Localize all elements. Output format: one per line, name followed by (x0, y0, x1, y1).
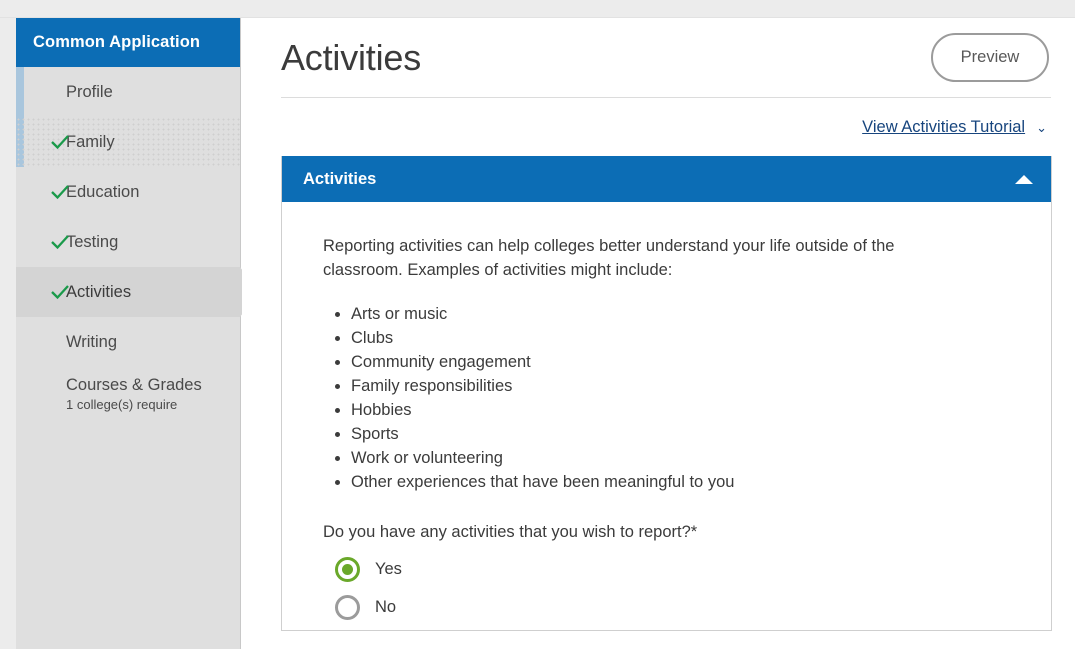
activities-card-title: Activities (303, 169, 377, 188)
sidebar: Common Application Profile Family Educatio… (16, 18, 259, 649)
radio-option-label: No (375, 598, 397, 616)
sidebar-item-subtitle: 1 college(s) require (66, 397, 178, 412)
example-list-item: Work or volunteering (351, 446, 1011, 470)
activities-radio-group: Yes No (323, 557, 1011, 620)
sidebar-item-label: Writing (66, 332, 118, 351)
examples-list: Arts or musicClubsCommunity engagementFa… (351, 302, 1011, 494)
activities-question-label: Do you have any activities that you wish… (323, 523, 691, 541)
sidebar-item-label: Family (66, 132, 115, 151)
sidebar-title: Common Application (16, 18, 240, 67)
radio-option-no[interactable]: No (335, 595, 1011, 620)
radio-option-label: Yes (375, 560, 402, 578)
activities-card-header[interactable]: Activities (282, 156, 1051, 202)
sidebar-item-label: Profile (66, 82, 113, 101)
chevron-down-icon[interactable]: ⌄ (1036, 121, 1047, 134)
example-list-item: Hobbies (351, 398, 1011, 422)
radio-button-icon[interactable] (335, 595, 360, 620)
page-title: Activities (281, 36, 422, 78)
radio-option-yes[interactable]: Yes (335, 557, 1011, 582)
sidebar-nav: Profile Family Education Testing Activities W… (16, 67, 259, 425)
preview-button[interactable]: Preview (931, 33, 1049, 82)
sidebar-item-label: Activities (66, 282, 132, 301)
sidebar-item-writing[interactable]: Writing (16, 317, 240, 367)
example-list-item: Other experiences that have been meaning… (351, 470, 1011, 494)
required-marker: * (690, 523, 698, 541)
sidebar-item-label: Testing (66, 232, 119, 251)
top-strip (0, 0, 1075, 18)
activities-card: Activities Reporting activities can help… (281, 156, 1052, 631)
collapse-triangle-up-icon[interactable] (1015, 174, 1033, 184)
example-list-item: Community engagement (351, 350, 1011, 374)
sidebar-item-testing[interactable]: Testing (16, 217, 240, 267)
radio-button-icon[interactable] (335, 557, 360, 582)
check-icon (49, 281, 71, 303)
sidebar-item-education[interactable]: Education (16, 167, 240, 217)
activities-card-body: Reporting activities can help colleges b… (282, 202, 1051, 630)
example-list-item: Family responsibilities (351, 374, 1011, 398)
example-list-item: Arts or music (351, 302, 1011, 326)
sidebar-item-label: Education (66, 182, 140, 201)
page-left-rail (0, 18, 16, 649)
page-header: Activities Preview (281, 18, 1051, 98)
check-icon (49, 231, 71, 253)
sidebar-item-profile[interactable]: Profile (16, 67, 240, 117)
check-icon (49, 131, 71, 153)
example-list-item: Sports (351, 422, 1011, 446)
tutorial-row: View Activities Tutorial ⌄ (281, 98, 1051, 156)
sidebar-item-label: Courses & Grades (66, 376, 202, 394)
sidebar-item-courses-grades[interactable]: Courses & Grades 1 college(s) require (16, 367, 240, 425)
check-icon (49, 181, 71, 203)
activities-question: Do you have any activities that you wish… (323, 520, 1011, 544)
intro-text: Reporting activities can help colleges b… (323, 237, 895, 279)
sidebar-item-activities[interactable]: Activities (16, 267, 259, 317)
example-list-item: Clubs (351, 326, 1011, 350)
main-content: Activities Preview View Activities Tutor… (242, 18, 1075, 649)
sidebar-item-family[interactable]: Family (16, 117, 240, 167)
view-activities-tutorial-link[interactable]: View Activities Tutorial (862, 118, 1025, 137)
